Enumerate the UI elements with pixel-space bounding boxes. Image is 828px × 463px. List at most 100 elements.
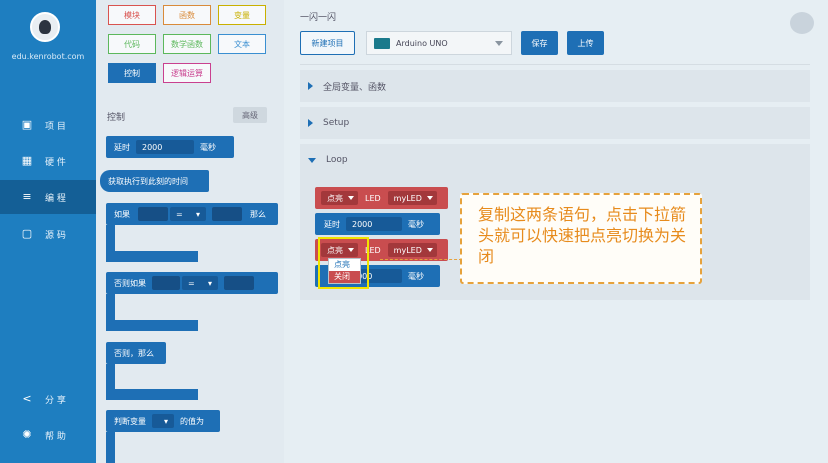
nav-item-label: 编 程: [45, 193, 66, 204]
side-nav: edu.kenrobot.com ▣ 项 目 ▦ 硬 件 ≡ 编 程 ▢ 源 码…: [0, 0, 96, 463]
led-var-dropdown[interactable]: myLED: [387, 191, 437, 205]
palette-section-title: 控制: [107, 113, 126, 123]
delay-label: 延时: [324, 219, 340, 229]
project-title[interactable]: 一闪一闪: [300, 10, 336, 23]
chevron-down-icon: [348, 196, 354, 200]
chevron-down-icon: [495, 41, 503, 46]
nav-item-project[interactable]: ▣ 项 目: [0, 108, 96, 142]
switch-label: 判断变量: [114, 416, 146, 426]
millis-block[interactable]: 获取执行到此刻的时间: [100, 170, 209, 192]
nav-item-label: 分 享: [45, 395, 66, 406]
nav-item-programming[interactable]: ≡ 编 程: [0, 180, 96, 214]
board-select-value: Arduino UNO: [396, 38, 448, 48]
switch-var-dropdown[interactable]: ▾: [152, 414, 174, 428]
category-control[interactable]: 控制: [108, 63, 156, 83]
nav-item-source[interactable]: ▢ 源 码: [0, 217, 96, 251]
nav-item-label: 源 码: [45, 230, 66, 241]
board-select[interactable]: Arduino UNO: [366, 31, 512, 55]
section-globals[interactable]: 全局变量、函数: [300, 70, 810, 102]
if-input-right[interactable]: [212, 207, 242, 221]
tutorial-callout: 复制这两条语句，点击下拉箭头就可以快速把点亮切换为关闭: [460, 193, 702, 284]
nav-item-hardware[interactable]: ▦ 硬 件: [0, 144, 96, 178]
delay-label: 延时: [114, 142, 130, 152]
collapse-icon: [308, 157, 316, 163]
if-op-dropdown[interactable]: = ▾: [170, 207, 206, 221]
category-math[interactable]: 数学函数: [163, 34, 211, 54]
led-state-dropdown[interactable]: 点亮: [321, 191, 358, 205]
list-icon: ≡: [22, 190, 32, 203]
nav-item-label: 硬 件: [45, 157, 66, 168]
chevron-down-icon: ▾: [195, 209, 200, 219]
chip-icon: ▦: [21, 154, 33, 167]
else-block-foot: [106, 389, 198, 400]
category-code[interactable]: 代码: [108, 34, 156, 54]
millis-label: 获取执行到此刻的时间: [108, 176, 188, 186]
upload-button[interactable]: 上传: [567, 31, 604, 55]
help-icon: ✺: [22, 428, 32, 441]
advanced-button[interactable]: 高级: [233, 107, 267, 123]
led-block-1[interactable]: 点亮 LED myLED: [315, 187, 448, 209]
if-block-arm: [106, 225, 115, 251]
elseif-op-dropdown[interactable]: = ▾: [182, 276, 218, 290]
delay-unit: 毫秒: [408, 271, 424, 281]
expand-icon: [308, 82, 313, 90]
if-block-foot: [106, 251, 198, 262]
delay-block[interactable]: 延时 2000 毫秒: [106, 136, 234, 158]
if-input-left[interactable]: [138, 207, 168, 221]
nav-item-share[interactable]: < 分 享: [0, 382, 96, 416]
led-state-menu: 点亮 关闭: [328, 258, 361, 284]
site-url: edu.kenrobot.com: [11, 52, 85, 61]
if-then-label: 那么: [250, 209, 266, 219]
chevron-down-icon: ▾: [207, 278, 212, 288]
elseif-op: =: [188, 278, 195, 288]
nav-item-label: 帮 助: [45, 431, 66, 442]
led-var-dropdown[interactable]: myLED: [387, 243, 437, 257]
block-palette: 模块 函数 变量 代码 数学函数 文本 控制 逻辑运算 控制 高级 延时 200…: [96, 0, 284, 463]
led-var-value: myLED: [393, 245, 422, 255]
led-var-value: myLED: [393, 193, 422, 203]
arduino-board-icon: [374, 37, 390, 49]
led-label: LED: [365, 193, 381, 203]
elseif-block[interactable]: 否则如果 = ▾: [106, 272, 278, 294]
menu-item-on[interactable]: 点亮: [329, 259, 360, 271]
elseif-input-left[interactable]: [152, 276, 180, 290]
menu-item-off[interactable]: 关闭: [329, 271, 360, 283]
category-module[interactable]: 模块: [108, 5, 156, 25]
robot-logo-icon[interactable]: [30, 12, 60, 42]
led-state-value: 点亮: [327, 193, 343, 203]
switch-block-arm: [106, 432, 115, 463]
category-function[interactable]: 函数: [163, 5, 211, 25]
else-label: 否则，那么: [114, 348, 154, 358]
workspace: 一闪一闪 新建项目 Arduino UNO 保存 上传 全局变量、函数 Setu…: [284, 0, 828, 463]
save-button[interactable]: 保存: [521, 31, 558, 55]
else-block-arm: [106, 364, 115, 390]
user-avatar[interactable]: [790, 12, 814, 34]
expand-icon: [308, 119, 313, 127]
callout-connector: [380, 259, 462, 260]
section-setup[interactable]: Setup: [300, 107, 810, 139]
category-text[interactable]: 文本: [218, 34, 266, 54]
chevron-down-icon: [426, 248, 433, 252]
switch-block[interactable]: 判断变量 ▾ 的值为: [106, 410, 220, 432]
folder-icon: ▣: [21, 118, 33, 131]
if-op: =: [176, 209, 183, 219]
if-block[interactable]: 如果 = ▾ 那么: [106, 203, 278, 225]
switch-suffix: 的值为: [180, 416, 204, 426]
delay-unit: 毫秒: [200, 142, 216, 152]
share-icon: <: [22, 392, 32, 405]
elseif-label: 否则如果: [114, 278, 146, 288]
chevron-down-icon: [426, 196, 433, 200]
elseif-block-foot: [106, 320, 198, 331]
elseif-input-right[interactable]: [224, 276, 254, 290]
category-logic[interactable]: 逻辑运算: [163, 63, 211, 83]
delay-value[interactable]: 2000: [346, 217, 402, 231]
category-variable[interactable]: 变量: [218, 5, 266, 25]
delay-block-1[interactable]: 延时 2000 毫秒: [315, 213, 440, 235]
nav-item-help[interactable]: ✺ 帮 助: [0, 418, 96, 452]
nav-item-label: 项 目: [45, 121, 66, 132]
elseif-block-arm: [106, 294, 115, 320]
else-block[interactable]: 否则，那么: [106, 342, 166, 364]
new-project-button[interactable]: 新建项目: [300, 31, 355, 55]
section-loop[interactable]: Loop: [300, 144, 810, 176]
delay-value[interactable]: 2000: [136, 140, 194, 154]
